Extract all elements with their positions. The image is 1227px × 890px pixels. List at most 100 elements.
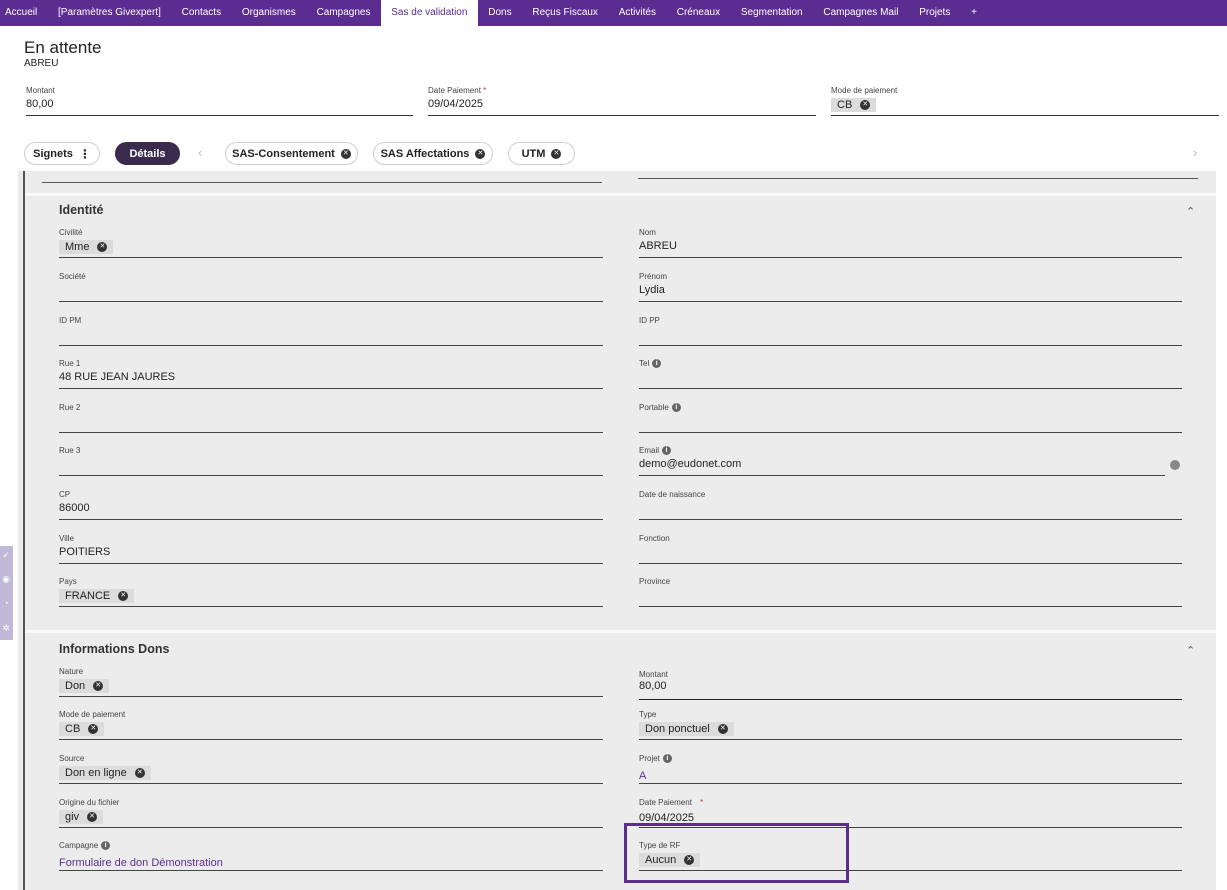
- close-icon[interactable]: ✕: [340, 148, 351, 159]
- info-icon[interactable]: i: [662, 446, 672, 455]
- nav-item[interactable]: Sas de validation: [380, 0, 478, 26]
- tab-sas-consentement[interactable]: SAS-Consentement ✕: [225, 142, 358, 165]
- nav-item[interactable]: Organismes: [231, 0, 306, 26]
- field-email-value[interactable]: demo@eudonet.com: [639, 458, 1165, 470]
- field-pays[interactable]: Pays FRANCE ✕: [59, 577, 603, 607]
- collapse-icon[interactable]: ⌃: [1186, 644, 1195, 657]
- tab-signets[interactable]: Signets ⋮: [24, 142, 100, 165]
- page-title: En attente: [24, 38, 102, 57]
- pays-tag[interactable]: FRANCE ✕: [59, 589, 135, 603]
- tab-details[interactable]: Détails: [115, 142, 180, 165]
- info-icon[interactable]: i: [652, 359, 662, 368]
- header-mode-paiement-tag[interactable]: CB ✕: [831, 98, 877, 112]
- email-action-icon[interactable]: [1170, 460, 1180, 470]
- nav-item[interactable]: Accueil: [0, 0, 48, 26]
- field-id-pp[interactable]: ID PP: [639, 316, 1182, 346]
- nav-item[interactable]: Campagnes Mail: [813, 0, 909, 26]
- field-date-naissance[interactable]: Date de naissance: [639, 490, 1182, 520]
- civilite-tag[interactable]: Mme ✕: [59, 240, 114, 254]
- field-prenom-value[interactable]: Lydia: [639, 284, 1182, 296]
- collapse-icon[interactable]: ⌃: [1186, 205, 1195, 218]
- nav-item[interactable]: Activités: [608, 0, 666, 26]
- field-type[interactable]: Type Don ponctuel ✕: [639, 710, 1182, 740]
- nav-item[interactable]: Créneaux: [666, 0, 730, 26]
- field-province[interactable]: Province: [639, 577, 1182, 607]
- field-portable[interactable]: Portable i: [639, 403, 1182, 433]
- field-projet[interactable]: Projet i A: [639, 754, 1182, 784]
- remove-icon[interactable]: ✕: [97, 242, 108, 252]
- nav-item[interactable]: Campagnes: [306, 0, 381, 26]
- nav-item[interactable]: [Paramètres Givexpert]: [48, 0, 172, 26]
- eye-icon[interactable]: ◉: [1, 574, 11, 584]
- info-icon[interactable]: i: [662, 754, 672, 763]
- field-mode-paiement[interactable]: Mode de paiement CB ✕: [59, 710, 603, 740]
- field-fonction[interactable]: Fonction: [639, 534, 1182, 564]
- top-nav: Accueil [Paramètres Givexpert] Contacts Org…: [0, 0, 1227, 26]
- field-projet-value[interactable]: A: [639, 770, 1182, 782]
- info-icon[interactable]: i: [671, 403, 681, 412]
- nav-item[interactable]: Reçus Fiscaux: [522, 0, 608, 26]
- field-rue2[interactable]: Rue 2: [59, 403, 603, 433]
- source-tag[interactable]: Don en ligne ✕: [59, 766, 151, 780]
- remove-icon[interactable]: ✕: [93, 681, 104, 691]
- field-mode-paiement-label: Mode de paiement: [59, 710, 126, 719]
- field-montant[interactable]: Montant 80,00: [639, 670, 1182, 700]
- field-cp[interactable]: CP 86000: [59, 490, 603, 520]
- nav-item[interactable]: Projets: [909, 0, 961, 26]
- field-societe[interactable]: Société: [59, 272, 603, 302]
- tab-utm[interactable]: UTM ✕: [508, 142, 575, 165]
- remove-icon[interactable]: ✕: [134, 768, 145, 778]
- partial-field-right: [638, 171, 1198, 179]
- field-montant-value[interactable]: 80,00: [639, 680, 1182, 692]
- field-tel[interactable]: Tel i: [639, 359, 1182, 389]
- field-nom-value[interactable]: ABREU: [639, 240, 1182, 252]
- check-icon[interactable]: ✓: [1, 550, 11, 560]
- chevron-left-icon[interactable]: ‹: [198, 145, 202, 160]
- field-origine-label: Origine du fichier: [59, 798, 120, 807]
- field-cp-value[interactable]: 86000: [59, 502, 603, 514]
- field-origine[interactable]: Origine du fichier giv ✕: [59, 798, 603, 828]
- close-icon[interactable]: ✕: [551, 148, 562, 159]
- mode-paiement-tag[interactable]: CB ✕: [59, 722, 105, 736]
- header-mode-paiement-field[interactable]: Mode de paiement CB ✕: [831, 86, 1219, 116]
- field-prenom[interactable]: Prénom Lydia: [639, 272, 1182, 302]
- chevron-right-icon[interactable]: ›: [1193, 145, 1197, 160]
- remove-icon[interactable]: ✕: [717, 724, 728, 734]
- type-tag[interactable]: Don ponctuel ✕: [639, 722, 734, 736]
- nature-tag[interactable]: Don ✕: [59, 679, 110, 693]
- remove-icon[interactable]: ✕: [118, 591, 129, 601]
- header-date-paiement-field[interactable]: Date Paiement * 09/04/2025: [428, 86, 816, 116]
- highlight-box: [624, 823, 849, 883]
- gear-icon[interactable]: ✲: [1, 623, 11, 633]
- origine-tag[interactable]: giv ✕: [59, 810, 104, 824]
- field-date-paiement-label: Date Paiement: [639, 798, 692, 807]
- nav-item[interactable]: Contacts: [171, 0, 231, 26]
- field-rue1[interactable]: Rue 1 48 RUE JEAN JAURES: [59, 359, 603, 389]
- nav-item[interactable]: Segmentation: [730, 0, 813, 26]
- field-civilite[interactable]: Civilité Mme ✕: [59, 228, 603, 258]
- header-montant-field[interactable]: Montant 80,00: [26, 86, 413, 116]
- remove-icon[interactable]: ✕: [88, 724, 99, 734]
- field-campagne-value[interactable]: Formulaire de don Démonstration: [59, 857, 603, 869]
- field-nom[interactable]: Nom ABREU: [639, 228, 1182, 258]
- field-ville[interactable]: Ville POITIERS: [59, 534, 603, 564]
- nav-item[interactable]: Dons: [478, 0, 522, 26]
- field-id-pm[interactable]: ID PM: [59, 316, 603, 346]
- field-rue3[interactable]: Rue 3: [59, 446, 603, 476]
- field-email[interactable]: Email i demo@eudonet.com: [639, 446, 1165, 476]
- clock-icon[interactable]: ◔: [1, 598, 11, 608]
- field-rue1-value[interactable]: 48 RUE JEAN JAURES: [59, 371, 603, 383]
- field-source[interactable]: Source Don en ligne ✕: [59, 754, 603, 784]
- tab-sas-affectations[interactable]: SAS Affectations ✕: [373, 142, 493, 165]
- section-title-dons: Informations Dons: [59, 642, 170, 656]
- field-campagne[interactable]: Campagne i Formulaire de don Démonstratio…: [59, 841, 603, 871]
- field-ville-value[interactable]: POITIERS: [59, 546, 603, 558]
- header-montant-value[interactable]: 80,00: [26, 98, 413, 110]
- info-icon[interactable]: i: [101, 841, 111, 850]
- remove-icon[interactable]: ✕: [87, 812, 98, 822]
- nav-item[interactable]: +: [961, 0, 988, 26]
- field-nature[interactable]: Nature Don ✕: [59, 667, 603, 697]
- remove-icon[interactable]: ✕: [860, 100, 871, 110]
- close-icon[interactable]: ✕: [475, 148, 486, 159]
- header-date-paiement-value[interactable]: 09/04/2025: [428, 98, 816, 110]
